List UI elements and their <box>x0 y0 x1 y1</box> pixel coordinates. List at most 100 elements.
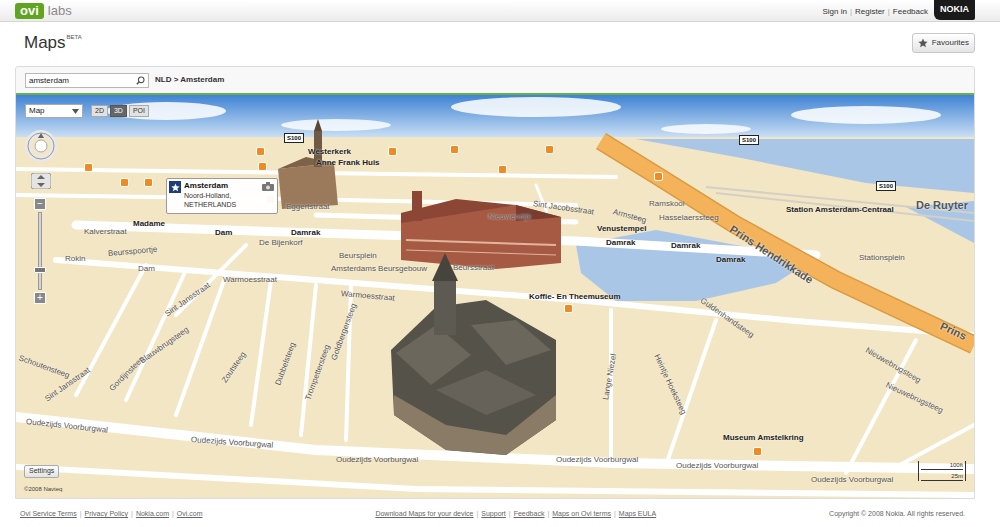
poi-icon[interactable] <box>258 162 267 171</box>
map-canvas[interactable] <box>16 95 974 498</box>
camera-icon[interactable] <box>262 182 274 191</box>
map-label: Beursspoortje <box>108 245 158 259</box>
page-title-group: Maps BETA <box>24 33 82 53</box>
view-mode-button[interactable]: POI <box>129 105 149 118</box>
link[interactable]: Nokia.com <box>136 509 169 520</box>
map-label: Blauwbrugsteeg <box>138 325 191 366</box>
ovi-logo[interactable]: ovi <box>15 3 44 19</box>
brand[interactable]: ovi labs <box>15 0 72 19</box>
road-shield: S100 <box>876 181 896 191</box>
tilt-icon[interactable] <box>31 173 51 189</box>
link[interactable]: Feedback <box>893 6 928 18</box>
view-mode-button[interactable]: 3D <box>110 105 127 118</box>
separator: | <box>509 509 511 520</box>
zoom-track[interactable] <box>38 212 42 290</box>
view-mode-button[interactable]: 2D <box>91 105 108 118</box>
map-label: Nieuwebrugsteeg <box>864 346 923 386</box>
link[interactable]: Support <box>481 509 506 520</box>
poi-icon[interactable] <box>654 172 663 181</box>
poi-icon[interactable] <box>144 178 153 187</box>
link[interactable]: Download Maps for your device <box>375 509 473 520</box>
view-select-value: Map <box>29 105 45 117</box>
zoom-handle[interactable] <box>34 267 46 273</box>
map-label: Oudezijds Voorburgwal <box>556 455 638 465</box>
link[interactable]: Sign in <box>822 6 846 18</box>
separator: | <box>131 509 133 520</box>
map-label: Damrak <box>291 228 320 238</box>
zoom-in-button[interactable]: + <box>34 292 46 304</box>
popup-line: NETHERLANDS <box>184 200 236 209</box>
compass-icon[interactable] <box>25 130 57 162</box>
map-label: Nieuwendijk <box>488 212 531 222</box>
page-title: Maps <box>24 33 66 53</box>
map-label: Dam <box>215 228 232 238</box>
search-input[interactable] <box>29 75 136 86</box>
map-label: Lange Niezel <box>601 353 619 401</box>
view-controls: Map 2D3DPOI <box>25 104 149 118</box>
account-links: Sign in|Register|Feedback <box>822 0 928 18</box>
map-label: Trompettersteeg <box>303 343 332 401</box>
dropdown-arrow-icon <box>72 109 79 114</box>
map-label: Amsterdams Beursgebouw <box>331 264 427 274</box>
map-label: Nieuwebrugsteeg <box>884 380 945 415</box>
map-label: Hasselaerssteeg <box>659 213 719 223</box>
popup-text: AmsterdamNoord-Holland,NETHERLANDS <box>184 181 236 209</box>
map-label: Sint Jansstraat <box>163 281 212 320</box>
poi-icon[interactable] <box>120 178 129 187</box>
poi-icon[interactable] <box>498 165 507 174</box>
footer-center-links: Download Maps for your device|Support|Fe… <box>375 509 656 520</box>
map-label: Oudezijds Voorburgwal <box>811 475 893 485</box>
poi-icon[interactable] <box>753 447 762 456</box>
map-label: Beursstraat <box>453 263 494 273</box>
map-label: Rokin <box>65 254 85 264</box>
poi-icon[interactable] <box>450 145 459 154</box>
link[interactable]: Feedback <box>514 509 545 520</box>
view-select[interactable]: Map <box>25 104 83 118</box>
favourites-button[interactable]: Favourites <box>912 33 975 53</box>
settings-button[interactable]: Settings <box>24 465 59 478</box>
nokia-logo[interactable]: NOKIA <box>934 0 975 20</box>
map-label: Koffie- En Theemuseum <box>529 292 621 302</box>
link[interactable]: Ovi Service Terms <box>20 509 77 520</box>
scale-label: 25m <box>921 472 963 481</box>
map-label: Prins Hendrikkade <box>728 224 814 285</box>
map-label: Beursplein <box>339 251 377 261</box>
separator: | <box>850 6 852 18</box>
map-label: Heintje Hoeksteeg <box>651 353 688 416</box>
link[interactable]: Ovi.com <box>177 509 203 520</box>
map-label: Oudezijds Voorburgwal <box>25 417 108 436</box>
map-label: Sint Jacobsstraat <box>532 199 594 217</box>
poi-icon[interactable] <box>84 163 93 172</box>
map-view[interactable]: S100S100S100KalverstraatMadameDamDamrakD… <box>16 93 974 498</box>
map-copyright: ©2008 Navteq <box>24 485 62 494</box>
map-label: Warmoesstraat <box>341 289 396 304</box>
map-labels: S100S100S100KalverstraatMadameDamDamrakD… <box>16 95 974 498</box>
poi-icon[interactable] <box>564 304 573 313</box>
map-label: Station Amsterdam-Centraal <box>786 205 894 215</box>
oude-kerk-building <box>391 253 556 455</box>
search-box <box>25 73 149 88</box>
map-label: Eggertstraat <box>286 202 330 212</box>
link[interactable]: Register <box>855 6 885 18</box>
map-label: De Ruyter <box>916 200 968 210</box>
labs-label: labs <box>48 3 72 19</box>
map-label: Kalverstraat <box>84 227 127 237</box>
poi-icon[interactable] <box>256 147 265 156</box>
footer-left-links: Ovi Service Terms|Privacy Policy|Nokia.c… <box>20 509 202 520</box>
map-label: Zoutsteeg <box>220 350 249 385</box>
poi-icon[interactable] <box>388 147 397 156</box>
favourite-star-icon[interactable] <box>169 181 181 193</box>
link[interactable]: Maps on Ovi terms <box>552 509 611 520</box>
map-label: Anne Frank Huis <box>316 158 380 168</box>
map-label: Museum Amstelkring <box>723 433 804 443</box>
poi-icon[interactable] <box>545 145 554 154</box>
link[interactable]: Privacy Policy <box>85 509 129 520</box>
map-label: Madame <box>133 219 165 229</box>
star-icon <box>918 38 928 48</box>
search-icon[interactable] <box>136 76 145 85</box>
link[interactable]: Maps EULA <box>619 509 656 520</box>
separator: | <box>614 509 616 520</box>
place-popup[interactable]: AmsterdamNoord-Holland,NETHERLANDS <box>166 178 278 214</box>
zoom-out-button[interactable]: − <box>34 198 46 210</box>
map-label: Armsteeg <box>612 207 648 226</box>
